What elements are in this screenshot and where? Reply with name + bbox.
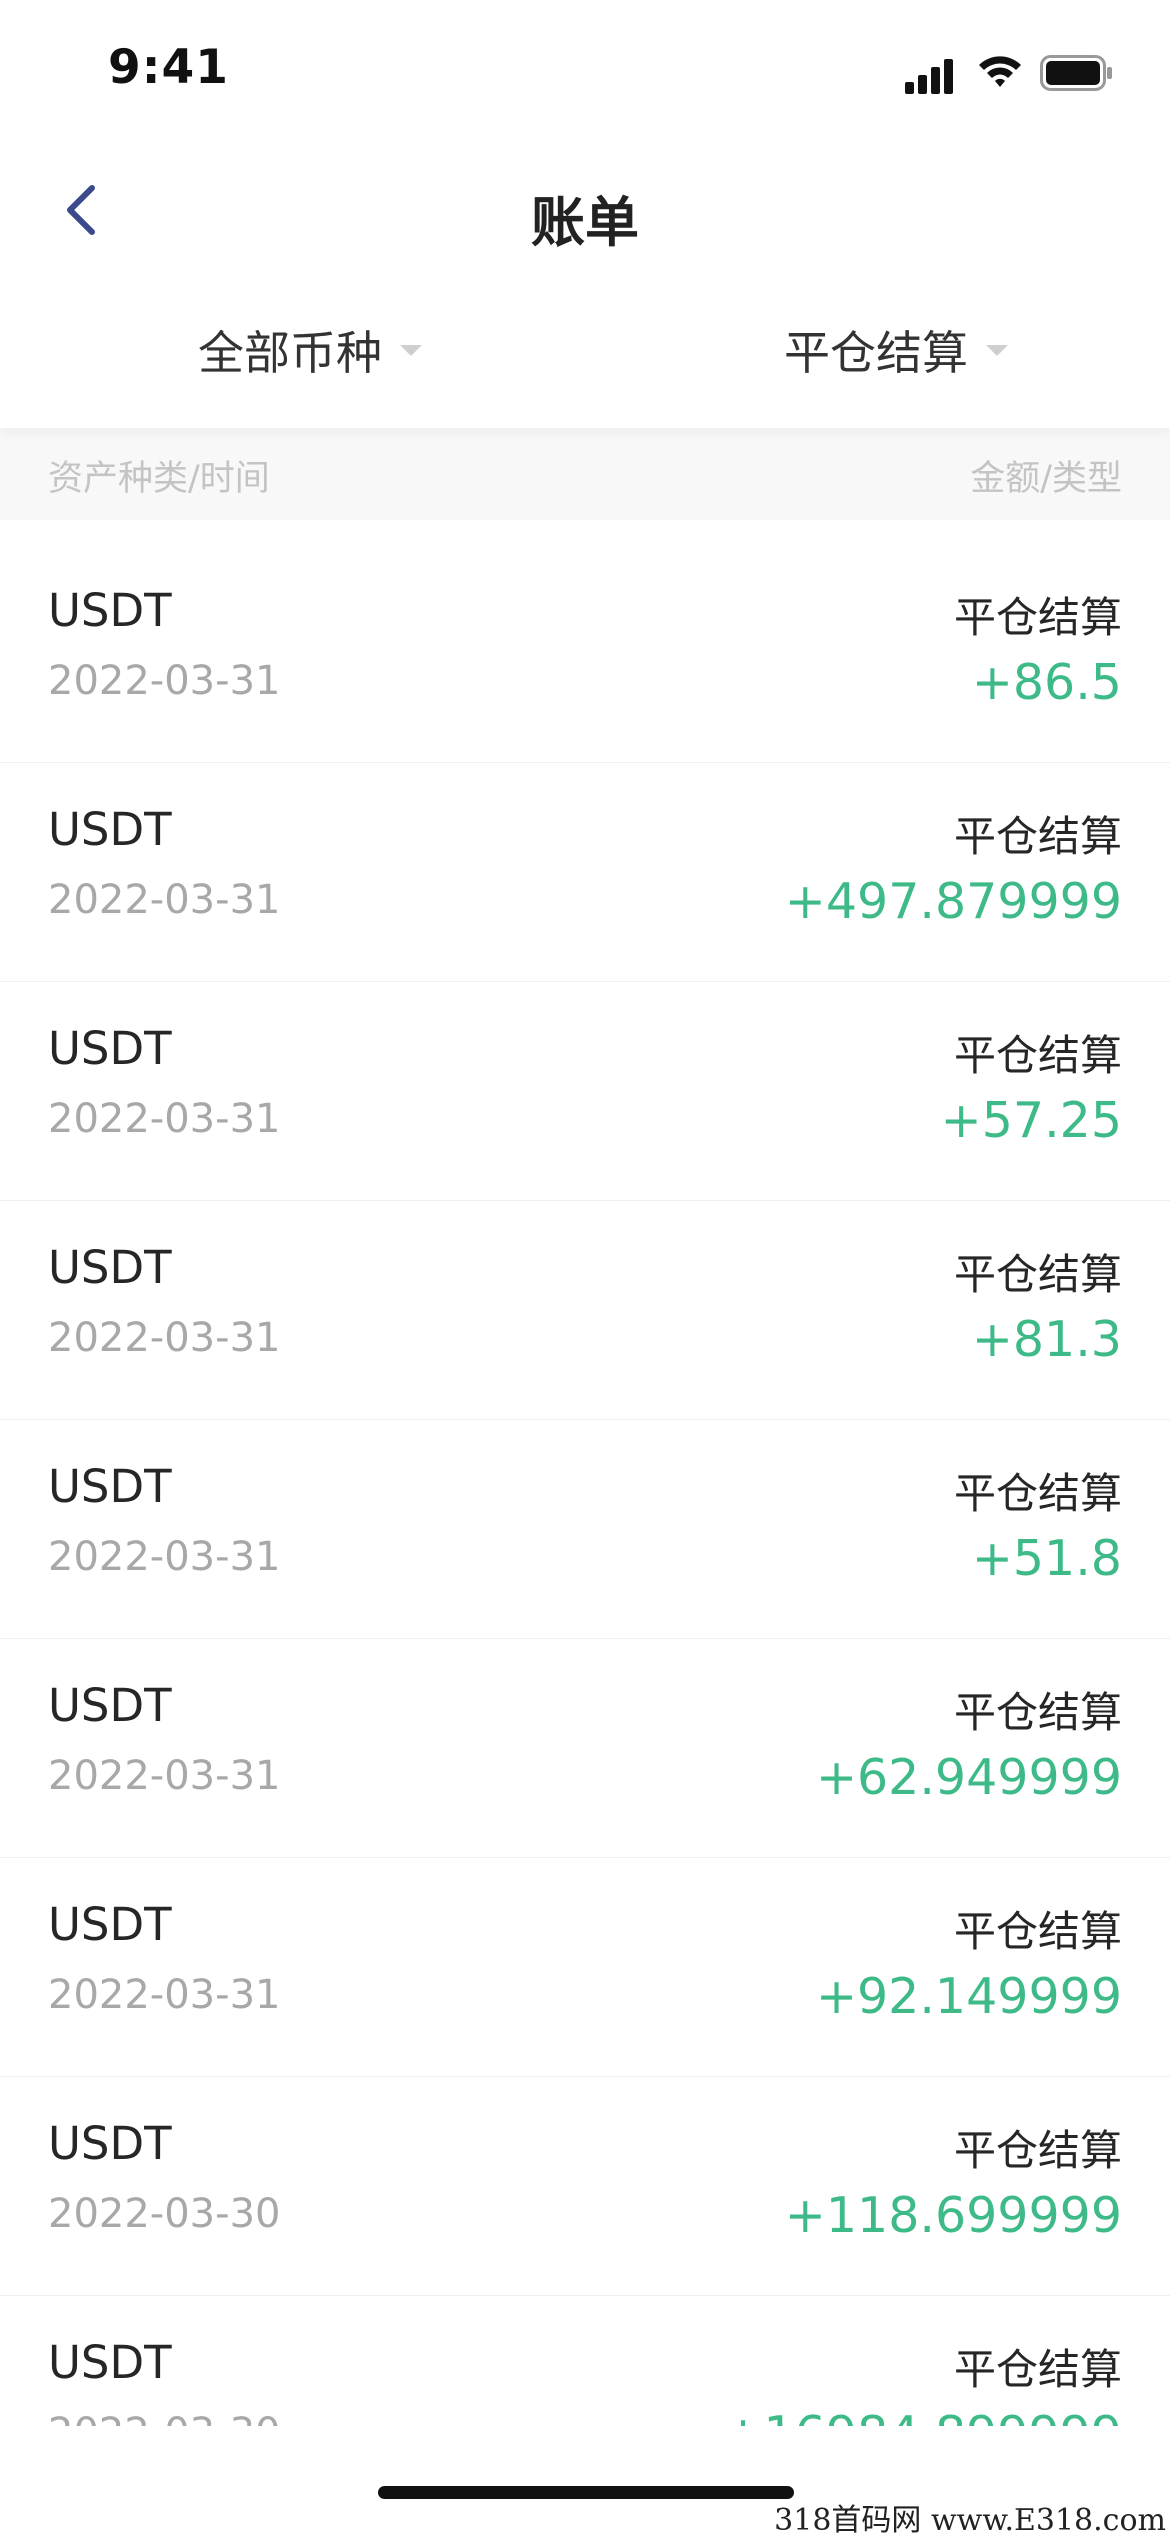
- navigation-bar: 账单: [0, 150, 1170, 270]
- record-date: 2022-03-31: [48, 1096, 281, 1142]
- record-date: 2022-03-31: [48, 1753, 281, 1799]
- asset-name: USDT: [48, 1679, 172, 1732]
- asset-name: USDT: [48, 1460, 172, 1513]
- caret-down-icon: [400, 344, 422, 356]
- record-type: 平仓结算: [953, 1907, 1122, 1956]
- home-indicator[interactable]: [378, 2486, 794, 2499]
- record-amount: +16984.899999: [722, 2406, 1122, 2426]
- record-date: 2022-03-31: [48, 658, 281, 704]
- list-item[interactable]: USDT 2022-03-31 平仓结算 +62.949999: [0, 1639, 1170, 1858]
- list-header: 资产种类/时间 金额/类型: [0, 428, 1170, 520]
- record-type: 平仓结算: [953, 2126, 1122, 2175]
- header-amount-type: 金额/类型: [970, 459, 1122, 499]
- list-item[interactable]: USDT 2022-03-31 平仓结算 +86.5: [0, 544, 1170, 763]
- asset-name: USDT: [48, 1898, 172, 1951]
- record-type: 平仓结算: [953, 593, 1122, 642]
- record-amount: +118.699999: [784, 2187, 1122, 2244]
- filter-bar: 全部币种 平仓结算: [0, 272, 1170, 428]
- record-amount: +86.5: [971, 654, 1122, 711]
- page-title: 账单: [531, 191, 639, 254]
- record-date: 2022-03-31: [48, 1534, 281, 1580]
- record-amount: +92.149999: [815, 1968, 1122, 2025]
- list-item[interactable]: USDT 2022-03-31 平仓结算 +92.149999: [0, 1858, 1170, 2077]
- status-time: 9:41: [108, 40, 229, 95]
- watermark-text: 318首码网 www.E318.com: [774, 2503, 1166, 2538]
- record-type: 平仓结算: [953, 1469, 1122, 1518]
- record-amount: +51.8: [971, 1530, 1122, 1587]
- record-amount: +81.3: [971, 1311, 1122, 1368]
- list-item[interactable]: USDT 2022-03-30 平仓结算 +118.699999: [0, 2077, 1170, 2296]
- record-date: 2022-03-31: [48, 877, 281, 923]
- record-type: 平仓结算: [953, 1031, 1122, 1080]
- list-item[interactable]: USDT 2022-03-31 平仓结算 +81.3: [0, 1201, 1170, 1420]
- record-type: 平仓结算: [953, 812, 1122, 861]
- record-amount: +497.879999: [784, 873, 1122, 930]
- record-amount: +57.25: [940, 1092, 1122, 1149]
- list-item[interactable]: USDT 2022-03-31 平仓结算 +497.879999: [0, 763, 1170, 982]
- currency-filter-dropdown[interactable]: 全部币种: [198, 272, 422, 428]
- record-type: 平仓结算: [953, 1688, 1122, 1737]
- record-amount: +62.949999: [815, 1749, 1122, 1806]
- record-date: 2022-03-31: [48, 1315, 281, 1361]
- asset-name: USDT: [48, 2336, 172, 2389]
- type-filter-label: 平仓结算: [784, 326, 968, 380]
- asset-name: USDT: [48, 1241, 172, 1294]
- type-filter-dropdown[interactable]: 平仓结算: [784, 272, 1008, 428]
- record-date: 2022-03-31: [48, 1972, 281, 2018]
- status-bar: 9:41: [0, 0, 1170, 150]
- record-date: 2022-03-30: [48, 2410, 280, 2426]
- list-item[interactable]: USDT 2022-03-30 平仓结算 +16984.899999: [0, 2296, 1170, 2426]
- record-date: 2022-03-30: [48, 2191, 281, 2237]
- records-list[interactable]: USDT 2022-03-31 平仓结算 +86.5 USDT 2022-03-…: [0, 544, 1170, 2426]
- asset-name: USDT: [48, 1022, 172, 1075]
- caret-down-icon: [986, 344, 1008, 356]
- cellular-signal-icon: [905, 59, 953, 94]
- list-item[interactable]: USDT 2022-03-31 平仓结算 +51.8: [0, 1420, 1170, 1639]
- asset-name: USDT: [48, 584, 172, 637]
- asset-name: USDT: [48, 803, 172, 856]
- list-item[interactable]: USDT 2022-03-31 平仓结算 +57.25: [0, 982, 1170, 1201]
- record-type: 平仓结算: [953, 2345, 1122, 2394]
- record-type: 平仓结算: [953, 1250, 1122, 1299]
- header-asset-time: 资产种类/时间: [48, 459, 270, 499]
- battery-icon: [1040, 55, 1112, 91]
- currency-filter-label: 全部币种: [198, 326, 382, 380]
- wifi-icon: [979, 56, 1021, 87]
- asset-name: USDT: [48, 2117, 172, 2170]
